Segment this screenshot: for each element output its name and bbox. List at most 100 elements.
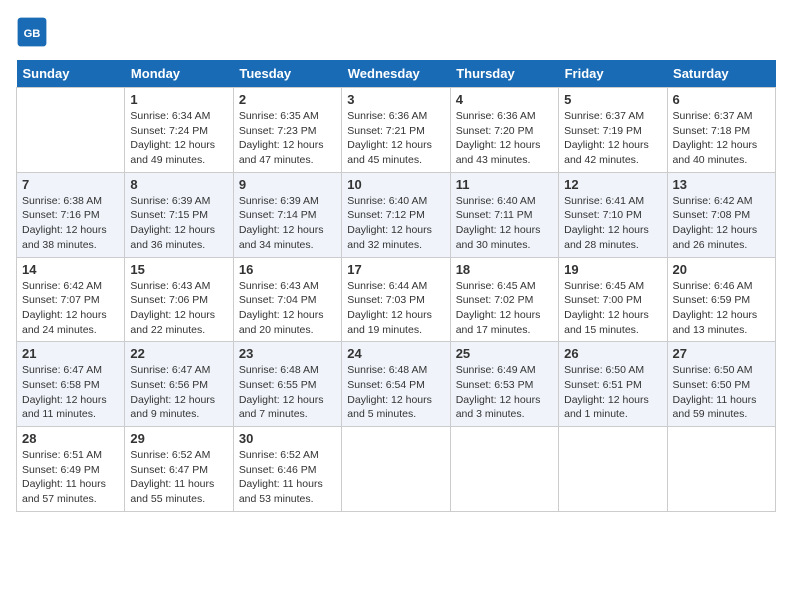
day-number: 24 (347, 346, 444, 361)
weekday-row: SundayMondayTuesdayWednesdayThursdayFrid… (17, 60, 776, 88)
calendar-cell: 17 Sunrise: 6:44 AMSunset: 7:03 PMDayligh… (342, 257, 450, 342)
logo: GB (16, 16, 52, 48)
day-number: 22 (130, 346, 227, 361)
day-number: 13 (673, 177, 770, 192)
weekday-tuesday: Tuesday (233, 60, 341, 88)
calendar-cell: 10Sunrise: 6:40 AMSunset: 7:12 PMDayligh… (342, 172, 450, 257)
day-info: Sunrise: 6:50 AMSunset: 6:50 PMDaylight:… (673, 363, 770, 422)
calendar-cell (450, 427, 558, 512)
calendar-cell: 26 Sunrise: 6:50 AMSunset: 6:51 PMDayligh… (559, 342, 667, 427)
day-info: Sunrise: 6:35 AMSunset: 7:23 PMDaylight:… (239, 109, 336, 168)
day-number: 14 (22, 262, 119, 277)
week-row-5: 28 Sunrise: 6:51 AMSunset: 6:49 PMDayligh… (17, 427, 776, 512)
day-number: 8 (130, 177, 227, 192)
day-info: Sunrise: 6:43 AMSunset: 7:04 PMDaylight:… (239, 279, 336, 338)
day-number: 9 (239, 177, 336, 192)
day-number: 29 (130, 431, 227, 446)
day-number: 11 (456, 177, 553, 192)
day-number: 26 (564, 346, 661, 361)
day-info: Sunrise: 6:44 AMSunset: 7:03 PMDaylight:… (347, 279, 444, 338)
day-number: 23 (239, 346, 336, 361)
day-info: Sunrise: 6:41 AMSunset: 7:10 PMDaylight:… (564, 194, 661, 253)
calendar-cell: 4 Sunrise: 6:36 AMSunset: 7:20 PMDaylight… (450, 88, 558, 173)
logo-icon: GB (16, 16, 48, 48)
day-number: 4 (456, 92, 553, 107)
calendar-cell: 14 Sunrise: 6:42 AMSunset: 7:07 PMDayligh… (17, 257, 125, 342)
day-number: 2 (239, 92, 336, 107)
calendar-cell: 6Sunrise: 6:37 AMSunset: 7:18 PMDaylight… (667, 88, 775, 173)
day-number: 3 (347, 92, 444, 107)
calendar-cell: 22 Sunrise: 6:47 AMSunset: 6:56 PMDayligh… (125, 342, 233, 427)
calendar-cell: 13 Sunrise: 6:42 AMSunset: 7:08 PMDayligh… (667, 172, 775, 257)
day-number: 17 (347, 262, 444, 277)
day-info: Sunrise: 6:40 AMSunset: 7:11 PMDaylight:… (456, 194, 553, 253)
week-row-1: 1 Sunrise: 6:34 AMSunset: 7:24 PMDaylight… (17, 88, 776, 173)
day-info: Sunrise: 6:40 AMSunset: 7:12 PMDaylight:… (347, 194, 444, 253)
calendar-header: SundayMondayTuesdayWednesdayThursdayFrid… (17, 60, 776, 88)
calendar-cell: 29 Sunrise: 6:52 AMSunset: 6:47 PMDayligh… (125, 427, 233, 512)
day-info: Sunrise: 6:45 AMSunset: 7:02 PMDaylight:… (456, 279, 553, 338)
day-number: 18 (456, 262, 553, 277)
calendar-cell (17, 88, 125, 173)
calendar-cell: 20 Sunrise: 6:46 AMSunset: 6:59 PMDayligh… (667, 257, 775, 342)
calendar-cell: 18 Sunrise: 6:45 AMSunset: 7:02 PMDayligh… (450, 257, 558, 342)
calendar-cell: 1 Sunrise: 6:34 AMSunset: 7:24 PMDaylight… (125, 88, 233, 173)
calendar-cell (342, 427, 450, 512)
day-info: Sunrise: 6:34 AMSunset: 7:24 PMDaylight:… (130, 109, 227, 168)
day-number: 12 (564, 177, 661, 192)
day-number: 21 (22, 346, 119, 361)
day-number: 7 (22, 177, 119, 192)
weekday-monday: Monday (125, 60, 233, 88)
day-number: 28 (22, 431, 119, 446)
day-info: Sunrise: 6:38 AMSunset: 7:16 PMDaylight:… (22, 194, 119, 253)
day-info: Sunrise: 6:52 AMSunset: 6:47 PMDaylight:… (130, 448, 227, 507)
day-info: Sunrise: 6:42 AMSunset: 7:07 PMDaylight:… (22, 279, 119, 338)
day-number: 5 (564, 92, 661, 107)
day-info: Sunrise: 6:50 AMSunset: 6:51 PMDaylight:… (564, 363, 661, 422)
calendar-cell (667, 427, 775, 512)
weekday-friday: Friday (559, 60, 667, 88)
calendar-cell: 25Sunrise: 6:49 AMSunset: 6:53 PMDayligh… (450, 342, 558, 427)
day-number: 27 (673, 346, 770, 361)
calendar-cell: 19Sunrise: 6:45 AMSunset: 7:00 PMDayligh… (559, 257, 667, 342)
day-info: Sunrise: 6:47 AMSunset: 6:58 PMDaylight:… (22, 363, 119, 422)
calendar-body: 1 Sunrise: 6:34 AMSunset: 7:24 PMDaylight… (17, 88, 776, 512)
day-number: 19 (564, 262, 661, 277)
calendar-cell: 3 Sunrise: 6:36 AMSunset: 7:21 PMDaylight… (342, 88, 450, 173)
calendar-cell: 8Sunrise: 6:39 AMSunset: 7:15 PMDaylight… (125, 172, 233, 257)
calendar-cell: 24 Sunrise: 6:48 AMSunset: 6:54 PMDayligh… (342, 342, 450, 427)
day-info: Sunrise: 6:43 AMSunset: 7:06 PMDaylight:… (130, 279, 227, 338)
weekday-thursday: Thursday (450, 60, 558, 88)
calendar-cell: 12 Sunrise: 6:41 AMSunset: 7:10 PMDayligh… (559, 172, 667, 257)
day-info: Sunrise: 6:37 AMSunset: 7:19 PMDaylight:… (564, 109, 661, 168)
day-number: 16 (239, 262, 336, 277)
day-info: Sunrise: 6:36 AMSunset: 7:20 PMDaylight:… (456, 109, 553, 168)
day-info: Sunrise: 6:52 AMSunset: 6:46 PMDaylight:… (239, 448, 336, 507)
day-number: 30 (239, 431, 336, 446)
calendar-cell (559, 427, 667, 512)
calendar-cell: 11 Sunrise: 6:40 AMSunset: 7:11 PMDayligh… (450, 172, 558, 257)
week-row-4: 21 Sunrise: 6:47 AMSunset: 6:58 PMDayligh… (17, 342, 776, 427)
day-info: Sunrise: 6:47 AMSunset: 6:56 PMDaylight:… (130, 363, 227, 422)
page-header: GB (16, 16, 776, 48)
weekday-wednesday: Wednesday (342, 60, 450, 88)
calendar-cell: 23 Sunrise: 6:48 AMSunset: 6:55 PMDayligh… (233, 342, 341, 427)
day-number: 6 (673, 92, 770, 107)
weekday-sunday: Sunday (17, 60, 125, 88)
day-info: Sunrise: 6:42 AMSunset: 7:08 PMDaylight:… (673, 194, 770, 253)
day-info: Sunrise: 6:46 AMSunset: 6:59 PMDaylight:… (673, 279, 770, 338)
calendar-table: SundayMondayTuesdayWednesdayThursdayFrid… (16, 60, 776, 512)
day-info: Sunrise: 6:36 AMSunset: 7:21 PMDaylight:… (347, 109, 444, 168)
weekday-saturday: Saturday (667, 60, 775, 88)
day-number: 20 (673, 262, 770, 277)
calendar-cell: 30 Sunrise: 6:52 AMSunset: 6:46 PMDayligh… (233, 427, 341, 512)
day-info: Sunrise: 6:48 AMSunset: 6:54 PMDaylight:… (347, 363, 444, 422)
calendar-cell: 2 Sunrise: 6:35 AMSunset: 7:23 PMDaylight… (233, 88, 341, 173)
week-row-3: 14 Sunrise: 6:42 AMSunset: 7:07 PMDayligh… (17, 257, 776, 342)
calendar-cell: 16 Sunrise: 6:43 AMSunset: 7:04 PMDayligh… (233, 257, 341, 342)
day-info: Sunrise: 6:48 AMSunset: 6:55 PMDaylight:… (239, 363, 336, 422)
day-number: 1 (130, 92, 227, 107)
calendar-cell: 5 Sunrise: 6:37 AMSunset: 7:19 PMDaylight… (559, 88, 667, 173)
day-info: Sunrise: 6:51 AMSunset: 6:49 PMDaylight:… (22, 448, 119, 507)
calendar-cell: 21 Sunrise: 6:47 AMSunset: 6:58 PMDayligh… (17, 342, 125, 427)
